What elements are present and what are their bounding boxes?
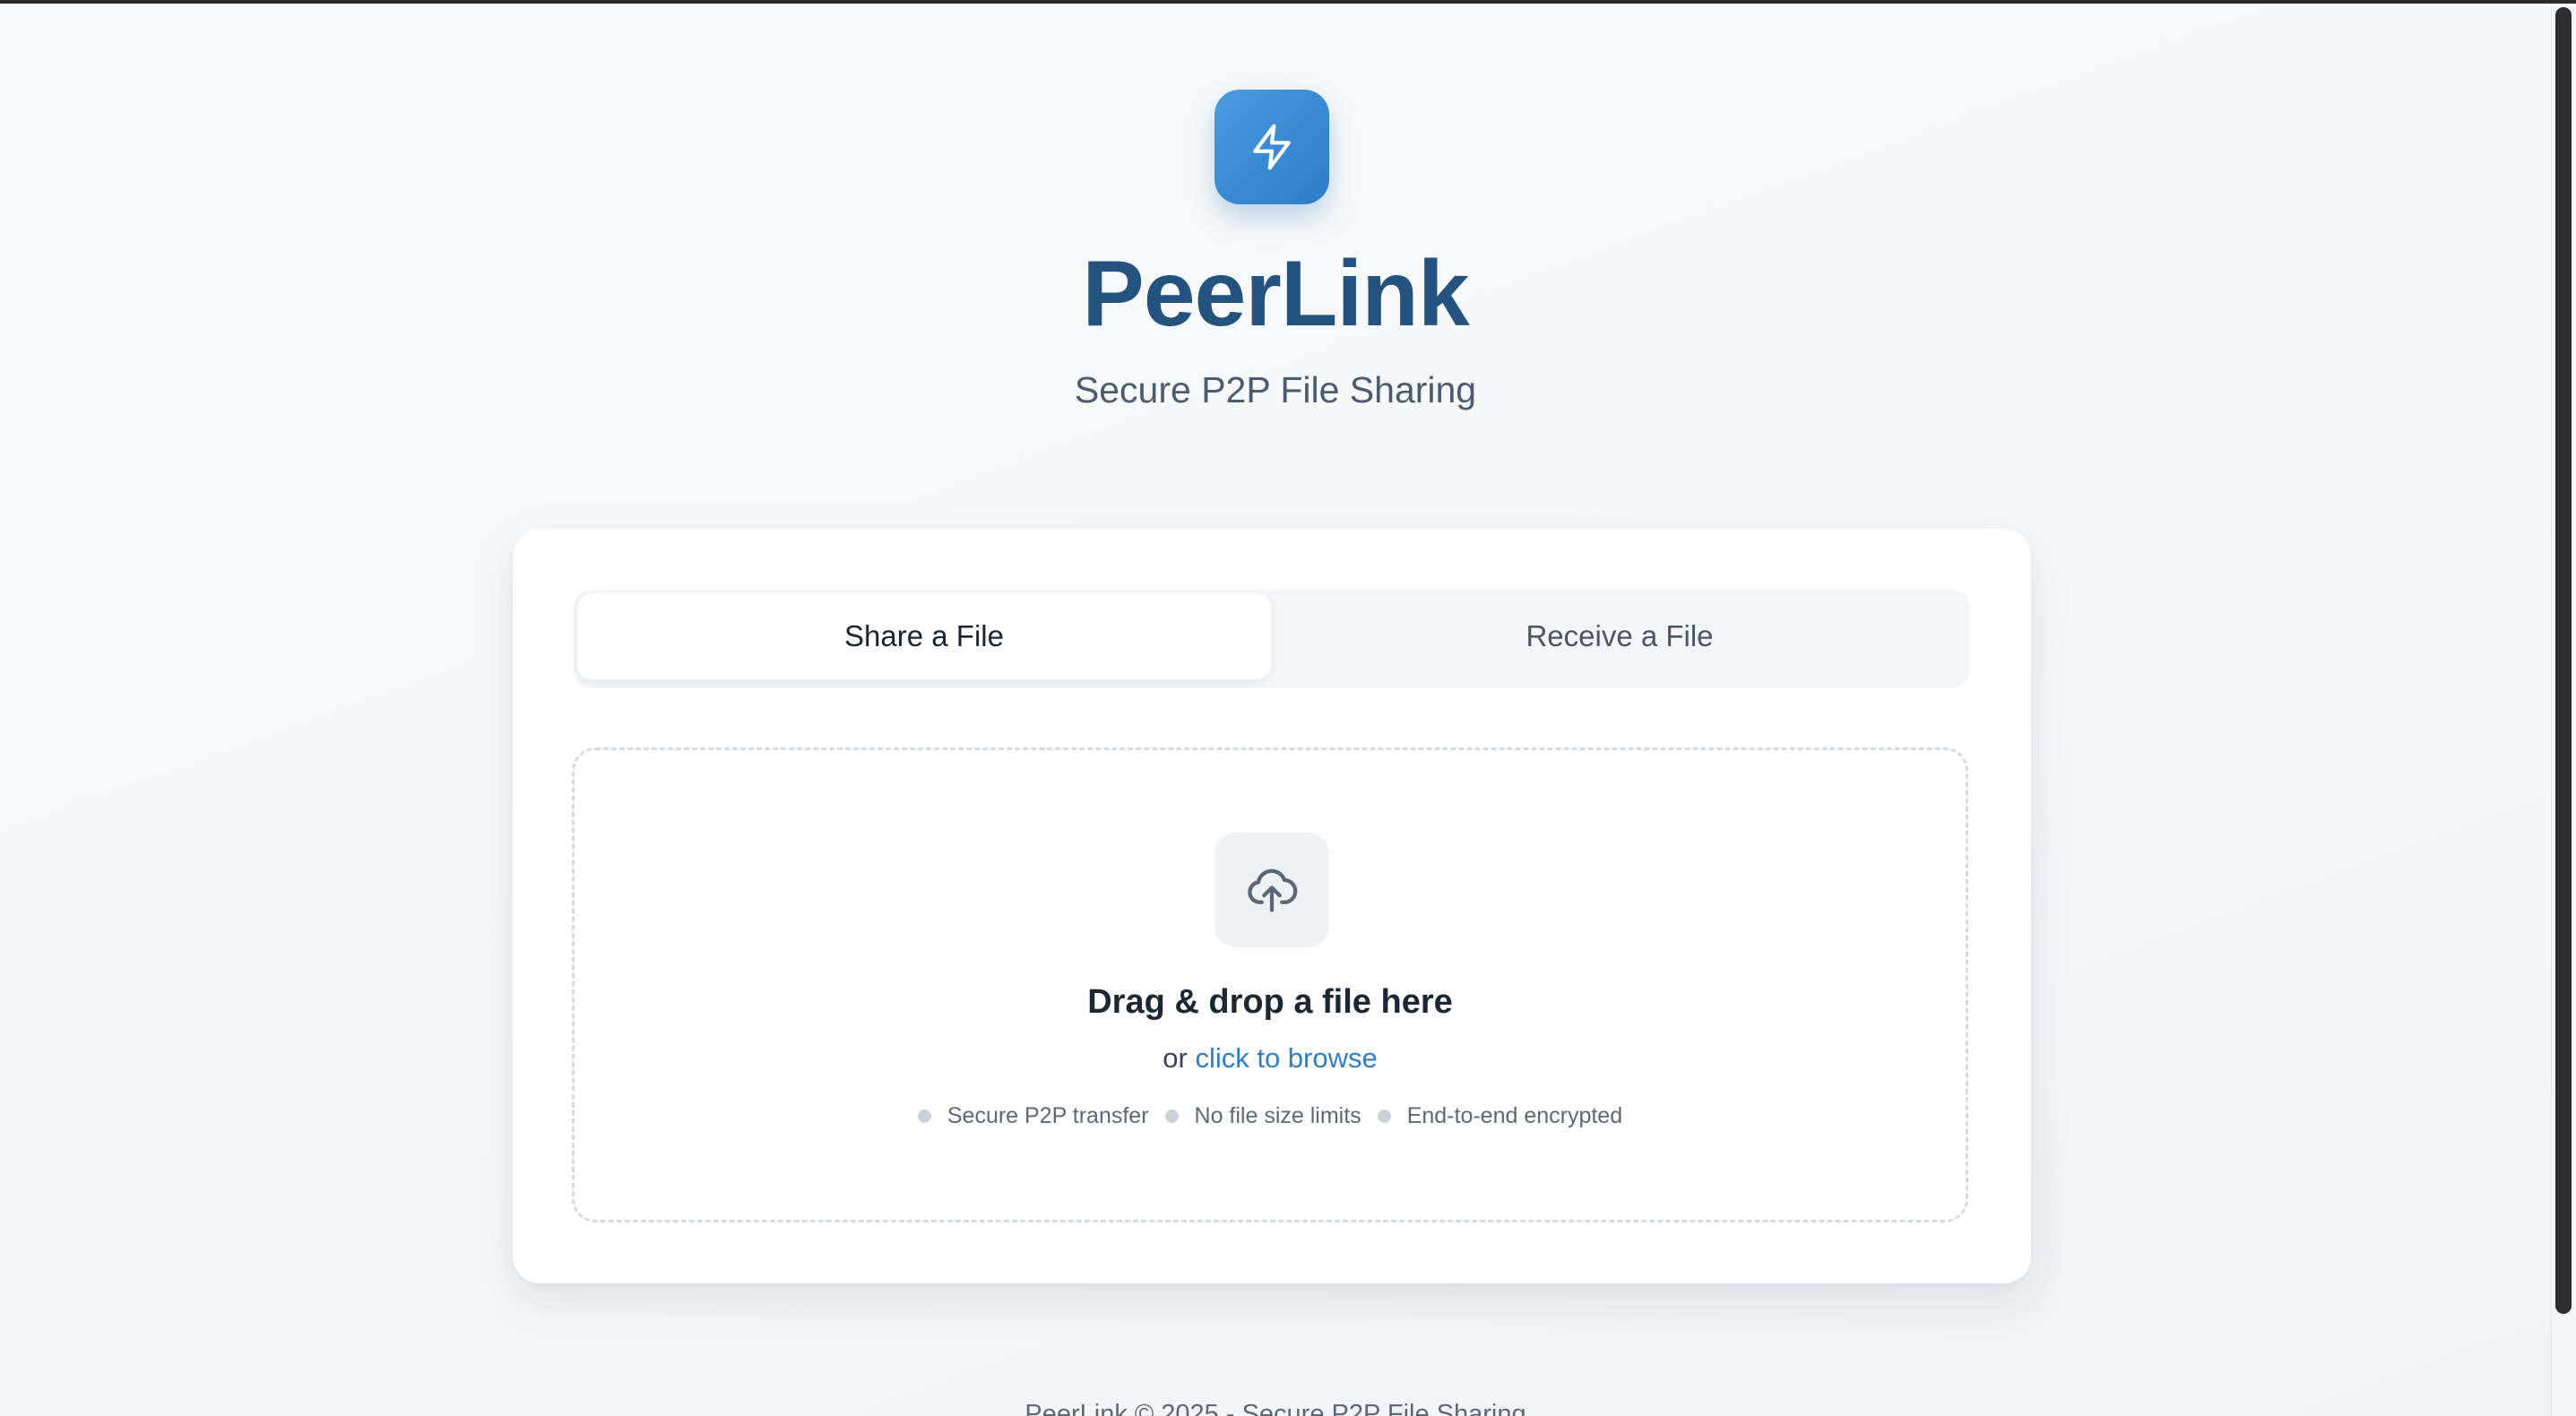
browse-link[interactable]: click to browse xyxy=(1195,1042,1377,1074)
app-subtitle: Secure P2P File Sharing xyxy=(1074,369,1477,410)
upload-icon-tile xyxy=(1215,833,1329,947)
footer-text: PeerLink © 2025 - Secure P2P File Sharin… xyxy=(1024,1400,1526,1416)
mode-tabs: Share a File Receive a File xyxy=(574,590,1970,688)
file-sharing-card: Share a File Receive a File Drag & drop … xyxy=(513,529,2031,1283)
app-logo xyxy=(1215,90,1329,204)
feature-item: No file size limits xyxy=(1164,1100,1361,1132)
feature-list: Secure P2P transfer No file size limits … xyxy=(575,1100,1966,1132)
browse-line: or click to browse xyxy=(575,1039,1966,1078)
feature-item: End-to-end encrypted xyxy=(1377,1100,1623,1132)
tab-share-file[interactable]: Share a File xyxy=(577,593,1271,679)
page-viewport: PeerLink Secure P2P File Sharing Share a… xyxy=(0,4,2551,1416)
feature-label: Secure P2P transfer xyxy=(947,1103,1149,1128)
feature-label: No file size limits xyxy=(1194,1103,1361,1128)
bullet-dot-icon xyxy=(1164,1109,1179,1123)
app-title: PeerLink xyxy=(1082,242,1469,346)
tab-receive-file[interactable]: Receive a File xyxy=(1273,593,1967,679)
feature-item: Secure P2P transfer xyxy=(917,1100,1149,1132)
lightning-bolt-icon xyxy=(1253,124,1291,170)
dropzone-title: Drag & drop a file here xyxy=(1087,983,1453,1021)
cloud-upload-icon xyxy=(1248,868,1298,912)
feature-label: End-to-end encrypted xyxy=(1406,1103,1623,1128)
file-dropzone[interactable]: Drag & drop a file here or click to brow… xyxy=(572,747,1968,1222)
browse-prefix: or xyxy=(1163,1042,1196,1074)
bullet-dot-icon xyxy=(1377,1109,1391,1123)
bullet-dot-icon xyxy=(917,1109,931,1123)
scrollbar-thumb[interactable] xyxy=(2555,7,2572,1314)
